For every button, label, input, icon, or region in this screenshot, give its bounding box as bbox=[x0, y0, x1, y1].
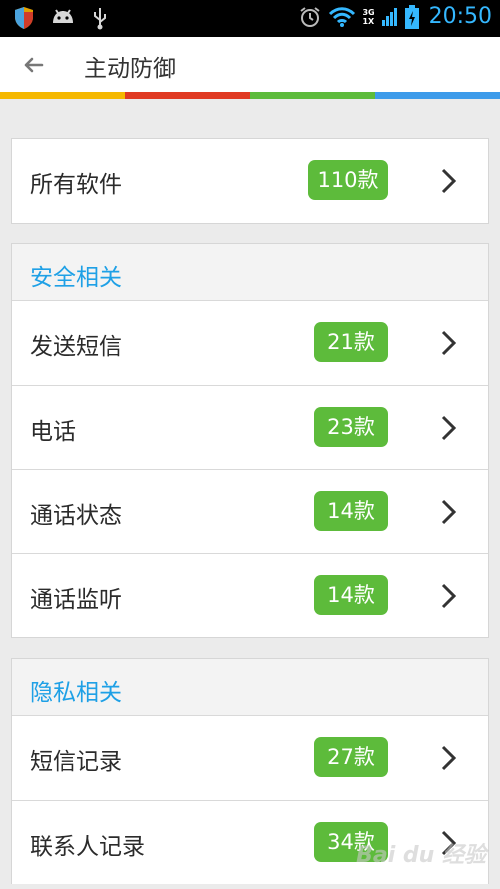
status-time: 20:50 bbox=[428, 4, 492, 29]
count-badge: 23款 bbox=[314, 407, 388, 447]
wifi-icon bbox=[329, 6, 356, 27]
all-software-card: 所有软件 110款 bbox=[11, 138, 489, 224]
count-badge: 27款 bbox=[314, 737, 388, 777]
all-software-row[interactable]: 所有软件 110款 bbox=[12, 139, 488, 223]
list-item-label: 电话 bbox=[30, 419, 76, 445]
chevron-right-icon bbox=[441, 415, 457, 441]
back-arrow-icon[interactable] bbox=[20, 51, 48, 79]
watermark: Bai du 经验 bbox=[356, 843, 486, 868]
chevron-right-icon bbox=[441, 499, 457, 525]
usb-icon bbox=[94, 8, 106, 30]
count-badge: 110款 bbox=[308, 160, 388, 200]
shield-icon bbox=[15, 7, 33, 29]
security-section: 安全相关 发送短信 21款 电话 23款 通话状态 14款 通话监听 14款 bbox=[11, 243, 489, 638]
stripe-green bbox=[250, 92, 375, 99]
status-icons-left bbox=[14, 6, 108, 30]
color-stripe bbox=[0, 92, 500, 99]
count-badge: 21款 bbox=[314, 322, 388, 362]
list-item-label: 联系人记录 bbox=[30, 834, 145, 860]
status-icons-right: 3G 1X 20:50 bbox=[298, 4, 492, 29]
signal-icon bbox=[381, 7, 397, 26]
all-software-label: 所有软件 bbox=[30, 172, 122, 198]
chevron-right-icon bbox=[441, 583, 457, 609]
list-item[interactable]: 电话 23款 bbox=[12, 385, 488, 469]
list-item[interactable]: 通话监听 14款 bbox=[12, 553, 488, 637]
network-label-3g: 3G bbox=[362, 7, 375, 17]
list-item[interactable]: 发送短信 21款 bbox=[12, 301, 488, 385]
list-item-label: 通话监听 bbox=[30, 587, 122, 613]
network-type: 3G 1X bbox=[362, 8, 374, 26]
stripe-yellow bbox=[0, 92, 125, 99]
chevron-right-icon bbox=[441, 330, 457, 356]
count-badge: 14款 bbox=[314, 575, 388, 615]
alarm-icon bbox=[300, 6, 321, 27]
network-label-1x: 1X bbox=[362, 16, 375, 26]
list-item[interactable]: 短信记录 27款 bbox=[12, 716, 488, 800]
list-item-label: 发送短信 bbox=[30, 334, 122, 360]
privacy-section-header: 隐私相关 bbox=[12, 659, 488, 716]
list-item-label: 通话状态 bbox=[30, 503, 122, 529]
status-bar: 3G 1X 20:50 bbox=[0, 0, 500, 37]
chevron-right-icon bbox=[441, 168, 457, 194]
app-bar: 主动防御 bbox=[0, 37, 500, 92]
page-title: 主动防御 bbox=[84, 56, 176, 82]
android-icon bbox=[53, 9, 73, 23]
battery-icon bbox=[404, 4, 419, 29]
stripe-blue bbox=[375, 92, 500, 99]
security-section-header: 安全相关 bbox=[12, 244, 488, 301]
count-badge: 14款 bbox=[314, 491, 388, 531]
section-title: 隐私相关 bbox=[30, 680, 122, 706]
list-item-label: 短信记录 bbox=[30, 749, 122, 775]
chevron-right-icon bbox=[441, 745, 457, 771]
stripe-red bbox=[125, 92, 250, 99]
list-item[interactable]: 通话状态 14款 bbox=[12, 469, 488, 553]
section-title: 安全相关 bbox=[30, 265, 122, 291]
